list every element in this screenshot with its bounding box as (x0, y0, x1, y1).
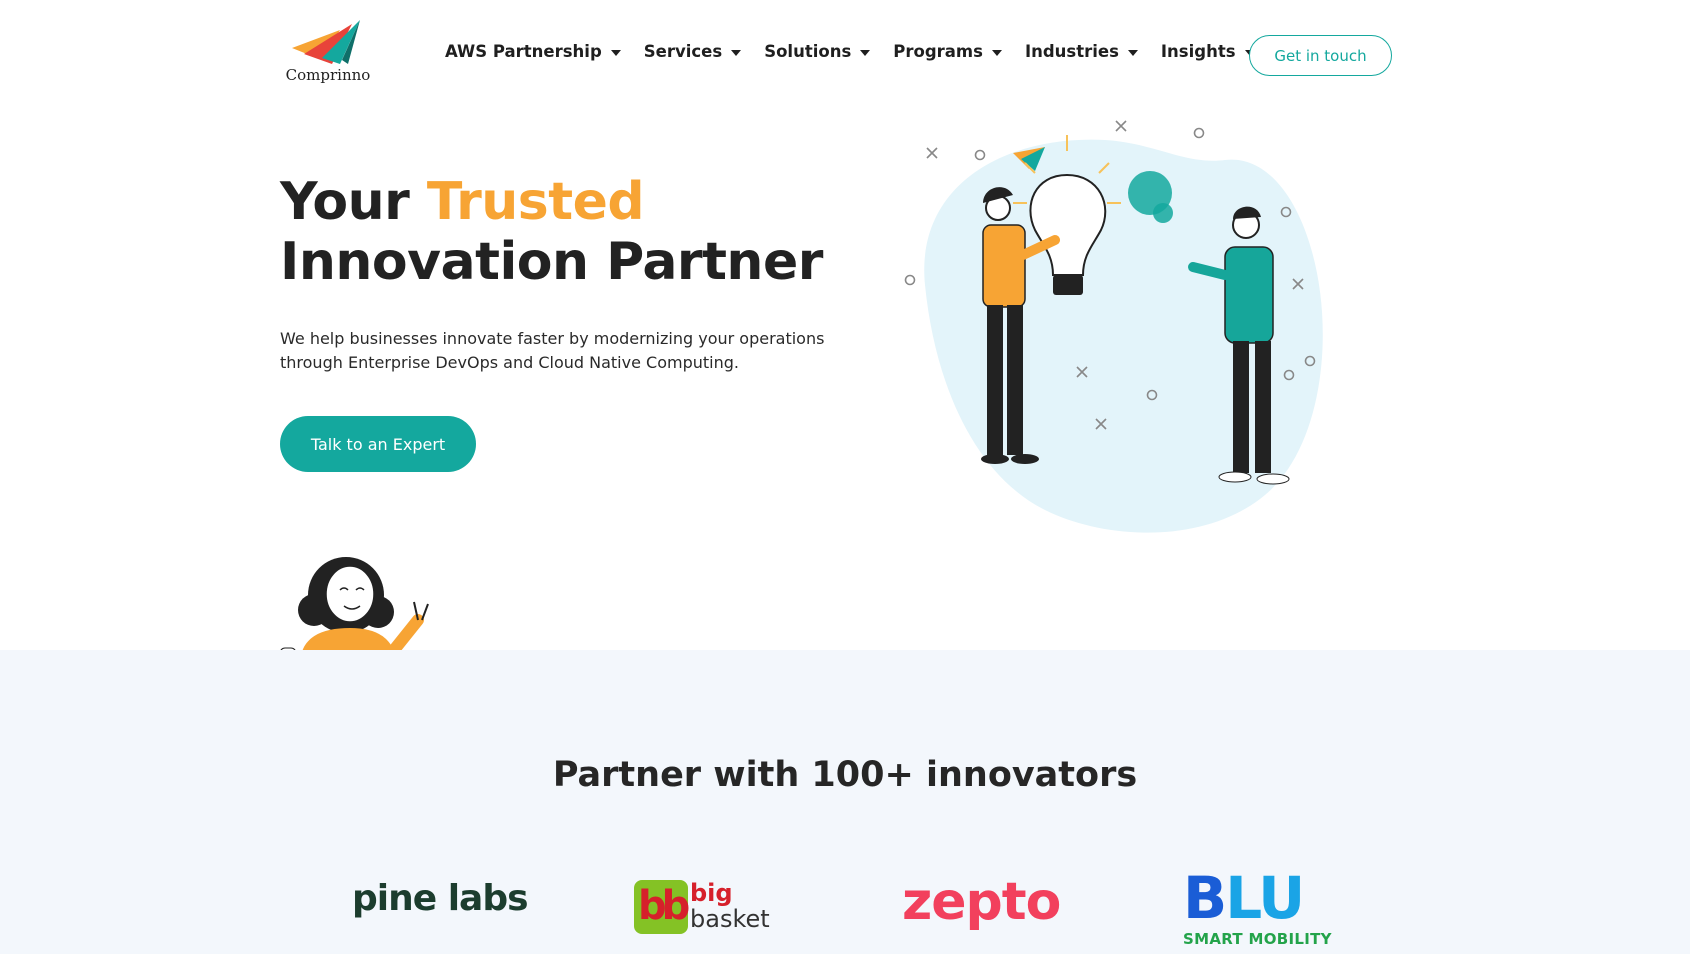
caret-down-icon (731, 49, 742, 56)
innovation-illustration (904, 120, 1323, 533)
hero-title-part1: Your (280, 172, 427, 232)
caret-down-icon (860, 49, 871, 56)
partners-title: Partner with 100+ innovators (552, 755, 1138, 795)
nav-item-solutions[interactable]: Solutions (764, 42, 871, 61)
nav-item-label: AWS Partnership (445, 42, 602, 61)
caret-down-icon (1127, 49, 1138, 56)
page: Comprinno AWS Partnership Services Solut… (0, 0, 1690, 954)
nav-item-services[interactable]: Services (643, 42, 742, 61)
nav-item-label: Industries (1024, 42, 1119, 61)
nav-item-insights[interactable]: Insights (1161, 42, 1255, 61)
blu-rest-letters: LU (1225, 864, 1305, 932)
blu-subtitle: SMART MOBILITY (1183, 930, 1332, 948)
hero-title-part2: Innovation Partner (280, 232, 823, 292)
hero-title: Your Trusted Innovation Partner (280, 172, 823, 292)
caret-down-icon (610, 49, 621, 56)
hero-description: We help businesses innovate faster by mo… (280, 329, 825, 372)
blu-first-letter: B (1183, 864, 1227, 932)
brand-name: Comprinno (285, 66, 371, 84)
zepto-logo: zepto (902, 872, 1061, 932)
blu-letters: BLU (1183, 868, 1305, 928)
partner-logos: pine labs bb big basket zepto BLU SMART … (0, 858, 1690, 954)
nav-item-label: Programs (893, 42, 983, 61)
bigbasket-word-top: big (690, 879, 733, 907)
nav-item-label: Services (643, 42, 723, 61)
nav-item-label: Insights (1160, 42, 1236, 61)
blu-smart-logo: BLU SMART MOBILITY (1183, 868, 1337, 954)
bigbasket-mark: bb (634, 880, 690, 934)
bigbasket-wordmark: big basket (690, 880, 770, 932)
nav-item-aws-partnership[interactable]: AWS Partnership (445, 42, 621, 61)
bigbasket-word-bottom: basket (690, 905, 770, 933)
site-header: Comprinno AWS Partnership Services Solut… (0, 0, 1690, 110)
main-nav: AWS Partnership Services Solutions Progr… (445, 42, 1278, 61)
talk-to-expert-button[interactable]: Talk to an Expert (280, 416, 476, 472)
bigbasket-logo: bb big basket (634, 880, 770, 934)
pine-labs-logo: pine labs (352, 878, 529, 919)
paper-plane-logo-icon (292, 20, 360, 64)
caret-down-icon (991, 49, 1002, 56)
brand-logo[interactable]: Comprinno (282, 20, 374, 84)
nav-item-label: Solutions (764, 42, 852, 61)
hero-title-accent: Trusted (426, 172, 645, 232)
nav-item-industries[interactable]: Industries (1025, 42, 1138, 61)
bigbasket-mark-text: bb (638, 883, 690, 929)
nav-item-programs[interactable]: Programs (893, 42, 1002, 61)
get-in-touch-button[interactable]: Get in touch (1249, 35, 1392, 76)
